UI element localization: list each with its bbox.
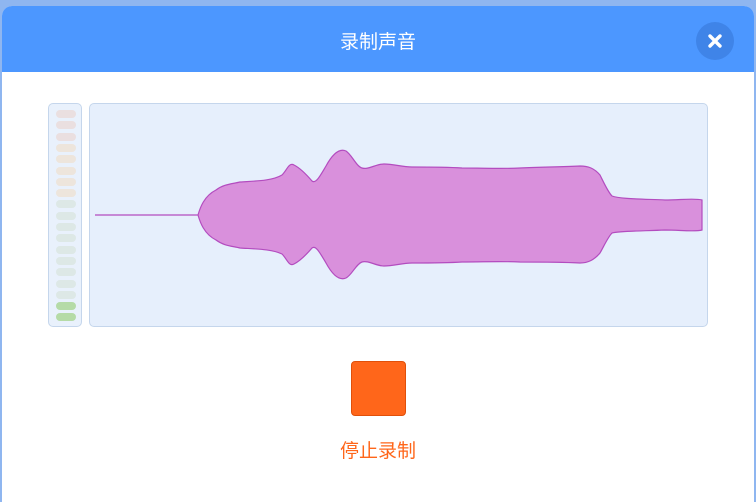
level-meter-segment	[56, 110, 76, 118]
close-icon	[707, 33, 723, 49]
level-meter-segment	[56, 268, 76, 277]
stop-button[interactable]	[351, 361, 406, 416]
level-meter-segment	[56, 155, 76, 164]
level-meter-segment	[56, 223, 76, 231]
close-button[interactable]	[696, 22, 734, 60]
level-meter-segment	[56, 211, 76, 220]
level-meter-segment	[56, 189, 76, 198]
level-meter-segment	[56, 256, 76, 265]
dialog-title: 录制声音	[339, 31, 416, 53]
dialog-header: 录制声音	[2, 6, 754, 72]
waveform-panel	[89, 103, 708, 327]
waveform-shape	[95, 149, 703, 280]
level-meter-segment	[56, 166, 76, 175]
level-meter-segment	[56, 177, 76, 186]
level-meter-segment	[56, 234, 76, 243]
level-meter-segment	[56, 132, 76, 141]
record-sound-dialog: 录制声音 停止录制	[2, 6, 754, 502]
level-meter-segment	[56, 245, 76, 254]
waveform	[95, 149, 703, 280]
level-meter-segment	[56, 302, 76, 311]
level-meter-segment	[56, 143, 76, 152]
level-meter-segment	[56, 313, 76, 322]
stop-recording-label[interactable]: 停止录制	[278, 436, 478, 463]
level-meter-segment	[56, 121, 76, 130]
level-meter-segment	[56, 290, 76, 299]
level-meter-segment	[56, 279, 76, 288]
level-meter	[48, 103, 82, 327]
level-meter-segment	[56, 200, 76, 209]
